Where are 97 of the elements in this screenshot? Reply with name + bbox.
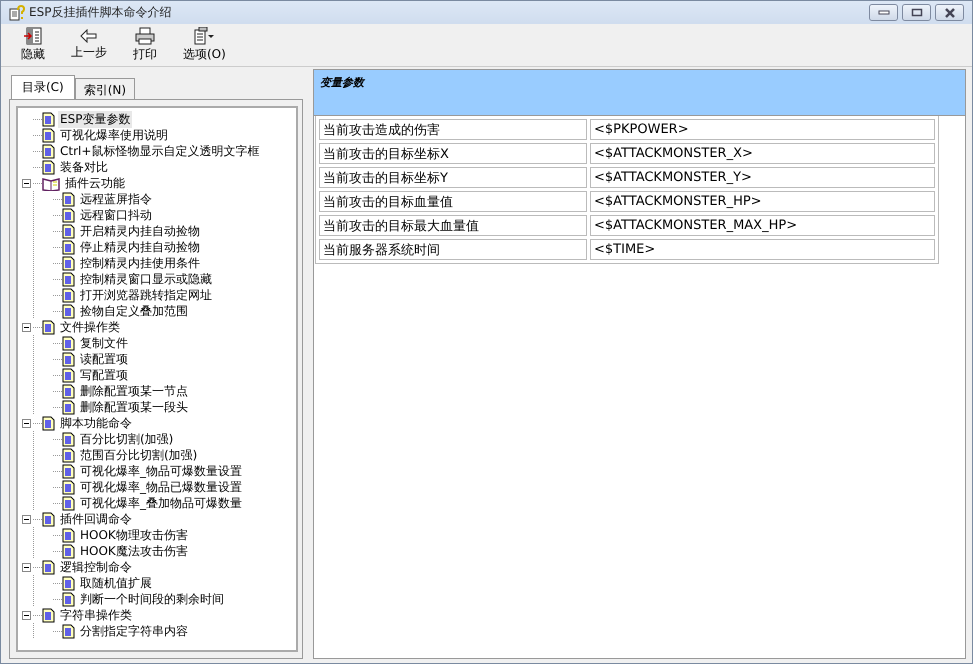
maximize-button[interactable] <box>902 4 931 21</box>
table-cell: 当前攻击的目标最大血量值 <box>319 215 587 236</box>
page-icon <box>62 368 75 382</box>
page-icon <box>42 512 55 526</box>
table-cell: <$ATTACKMONSTER_X> <box>590 143 935 164</box>
topic-item[interactable]: 复制文件 <box>78 334 130 352</box>
topic-item[interactable]: Ctrl+鼠标怪物显示自定义透明文字框 <box>58 142 262 160</box>
page-icon <box>42 560 55 574</box>
page-icon <box>62 624 75 638</box>
table-cell: <$ATTACKMONSTER_Y> <box>590 167 935 188</box>
topic-item[interactable]: 控制精灵内挂使用条件 <box>78 254 202 272</box>
page-icon <box>62 240 75 254</box>
close-button[interactable] <box>935 4 964 21</box>
table-cell: <$TIME> <box>590 239 935 260</box>
topic-item[interactable]: 捡物自定义叠加范围 <box>78 302 190 320</box>
tab[interactable]: 索引(N) <box>74 78 136 99</box>
topic-item[interactable]: 停止精灵内挂自动捡物 <box>78 238 202 256</box>
hide-button[interactable]: 隐藏 <box>13 25 53 65</box>
topic-item[interactable]: 分割指定字符串内容 <box>78 622 190 640</box>
page-icon <box>62 192 75 206</box>
topic-item[interactable]: 远程窗口抖动 <box>78 206 154 224</box>
topic-item[interactable]: 开启精灵内挂自动捡物 <box>78 222 202 240</box>
topic-item[interactable]: 百分比切割(加强) <box>78 430 176 448</box>
page-icon <box>62 432 75 446</box>
page-icon <box>62 208 75 222</box>
table-cell: 当前攻击造成的伤害 <box>319 119 587 140</box>
topic-item[interactable]: 判断一个时间段的剩余时间 <box>78 590 226 608</box>
page-icon <box>42 608 55 622</box>
print-button[interactable]: 打印 <box>125 25 165 65</box>
page-icon <box>62 544 75 558</box>
table-cell: 当前攻击的目标坐标X <box>319 143 587 164</box>
page-icon <box>42 128 55 142</box>
topic-item[interactable]: 取随机值扩展 <box>78 574 154 592</box>
page-icon <box>62 288 75 302</box>
help-document-icon <box>9 4 25 20</box>
page-icon <box>62 400 75 414</box>
page-icon <box>42 160 55 174</box>
table-cell: 当前服务器系统时间 <box>319 239 587 260</box>
topic-item[interactable]: 可视化爆率_物品已爆数量设置 <box>78 478 244 496</box>
tab[interactable]: 目录(C) <box>11 75 75 99</box>
open-book-icon <box>42 176 60 190</box>
minimize-button[interactable] <box>869 4 898 21</box>
topic-item[interactable]: 字符串操作类 <box>58 606 134 624</box>
table-cell: <$PKPOWER> <box>590 119 935 140</box>
page-icon <box>62 448 75 462</box>
page-icon <box>62 576 75 590</box>
table-cell: <$ATTACKMONSTER_MAX_HP> <box>590 215 935 236</box>
page-icon <box>42 416 55 430</box>
page-icon <box>62 496 75 510</box>
topic-item[interactable]: 可视化爆率_叠加物品可爆数量 <box>78 494 244 512</box>
topic-item[interactable]: 逻辑控制命令 <box>58 558 134 576</box>
topic-item[interactable]: 装备对比 <box>58 158 110 176</box>
page-icon <box>42 144 55 158</box>
page-icon <box>62 224 75 238</box>
window-title: ESP反挂插件脚本命令介绍 <box>29 4 172 21</box>
topic-item[interactable]: 插件回调命令 <box>58 510 134 528</box>
topic-item[interactable]: 脚本功能命令 <box>58 414 134 432</box>
page-icon <box>62 592 75 606</box>
topic-heading: 变量参数 <box>320 76 364 89</box>
maximize-icon <box>910 8 922 17</box>
page-icon <box>42 112 55 126</box>
table-cell: <$ATTACKMONSTER_HP> <box>590 191 935 212</box>
page-icon <box>62 304 75 318</box>
page-icon <box>62 464 75 478</box>
back-button[interactable]: 上一步 <box>65 27 113 63</box>
topic-item[interactable]: 文件操作类 <box>58 318 122 336</box>
topic-item[interactable]: 删除配置项某一节点 <box>78 382 190 400</box>
topic-item[interactable]: 插件云功能 <box>63 174 127 192</box>
table-cell: 当前攻击的目标血量值 <box>319 191 587 212</box>
topic-item[interactable]: 读配置项 <box>78 350 130 368</box>
hide-pane-icon <box>23 27 43 45</box>
options-button[interactable]: 选项(O) <box>177 25 232 65</box>
topic-item[interactable]: 远程蓝屏指令 <box>78 190 154 208</box>
page-icon <box>62 480 75 494</box>
options-icon <box>193 27 216 45</box>
page-icon <box>62 336 75 350</box>
topic-item[interactable]: 控制精灵窗口显示或隐藏 <box>78 270 214 288</box>
page-icon <box>62 256 75 270</box>
table-cell: 当前攻击的目标坐标Y <box>319 167 587 188</box>
topic-item[interactable]: 删除配置项某一段头 <box>78 398 190 416</box>
close-icon <box>944 8 956 18</box>
minimize-icon <box>878 10 890 16</box>
printer-icon <box>135 27 155 45</box>
topic-item[interactable]: 写配置项 <box>78 366 130 384</box>
topic-item[interactable]: 可视化爆率使用说明 <box>58 126 170 144</box>
topic-item[interactable]: 打开浏览器跳转指定网址 <box>78 286 214 304</box>
back-arrow-icon <box>80 29 98 43</box>
topic-item[interactable]: HOOK魔法攻击伤害 <box>78 542 190 560</box>
page-icon <box>62 352 75 366</box>
page-icon <box>62 528 75 542</box>
page-icon <box>42 320 55 334</box>
topic-item[interactable]: 可视化爆率_物品可爆数量设置 <box>78 462 244 480</box>
topic-item[interactable]: ESP变量参数 <box>58 110 132 128</box>
page-icon <box>62 272 75 286</box>
topic-item[interactable]: HOOK物理攻击伤害 <box>78 526 190 544</box>
page-icon <box>62 384 75 398</box>
topic-item[interactable]: 范围百分比切割(加强) <box>78 446 200 464</box>
